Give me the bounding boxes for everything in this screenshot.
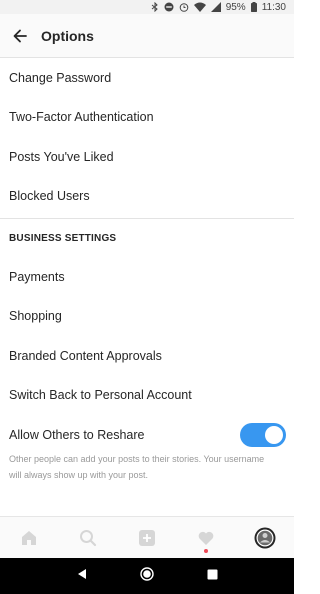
nav-recents-button[interactable] xyxy=(207,567,218,585)
reshare-helper-text: Other people can add your posts to their… xyxy=(9,453,265,480)
menu-item-label: Switch Back to Personal Account xyxy=(9,388,192,403)
wifi-icon xyxy=(193,2,206,12)
tab-profile[interactable] xyxy=(245,517,285,559)
tab-search[interactable] xyxy=(68,517,108,559)
activity-heart-icon xyxy=(198,531,214,545)
menu-item-two-factor-authentication[interactable]: Two-Factor Authentication xyxy=(0,98,294,138)
status-bar: 95% 11:30 xyxy=(0,0,294,14)
menu-item-blocked-users[interactable]: Blocked Users xyxy=(0,177,294,217)
status-time: 11:30 xyxy=(261,1,286,13)
do-not-disturb-icon xyxy=(164,2,174,12)
menu-item-switch-personal-account[interactable]: Switch Back to Personal Account xyxy=(0,376,294,416)
battery-percent: 95% xyxy=(225,1,246,13)
profile-avatar xyxy=(254,527,276,548)
alarm-icon xyxy=(179,2,189,12)
add-post-icon xyxy=(138,529,155,546)
nav-home-button[interactable] xyxy=(140,566,155,586)
toggle-knob xyxy=(265,425,283,444)
business-settings-header: BUSINESS SETTINGS xyxy=(9,232,117,244)
options-list: Change Password Two-Factor Authenticatio… xyxy=(0,58,294,483)
tab-activity[interactable] xyxy=(186,517,226,559)
cell-signal-icon xyxy=(210,2,221,12)
menu-item-branded-content-approvals[interactable]: Branded Content Approvals xyxy=(0,336,294,376)
menu-item-payments[interactable]: Payments xyxy=(0,257,294,297)
battery-icon xyxy=(250,2,257,12)
menu-item-label: Posts You've Liked xyxy=(9,149,114,164)
tab-home[interactable] xyxy=(9,517,49,559)
nav-recents-icon xyxy=(207,569,218,580)
menu-item-shopping[interactable]: Shopping xyxy=(0,297,294,337)
page-title: Options xyxy=(41,27,94,44)
bluetooth-icon xyxy=(151,2,159,12)
tab-add-post[interactable] xyxy=(127,517,167,559)
menu-item-posts-liked[interactable]: Posts You've Liked xyxy=(0,137,294,177)
nav-home-icon xyxy=(140,566,155,581)
search-icon xyxy=(80,529,97,546)
nav-back-icon xyxy=(78,569,87,579)
back-button[interactable] xyxy=(0,14,40,58)
notification-dot xyxy=(203,548,208,553)
reshare-setting-row: Allow Others to Reshare xyxy=(0,415,294,455)
reshare-toggle[interactable] xyxy=(240,422,286,447)
menu-item-label: Two-Factor Authentication xyxy=(9,110,154,125)
menu-item-label: Payments xyxy=(9,269,65,284)
menu-item-label: Change Password xyxy=(9,70,112,85)
bottom-tab-bar xyxy=(0,516,294,558)
back-arrow-icon xyxy=(13,29,27,42)
menu-item-change-password[interactable]: Change Password xyxy=(0,58,294,98)
menu-item-label: Shopping xyxy=(9,309,62,324)
options-header: Options xyxy=(0,14,294,58)
system-navigation-bar xyxy=(0,558,294,594)
home-icon xyxy=(22,530,37,545)
nav-back-button[interactable] xyxy=(76,567,88,585)
reshare-label: Allow Others to Reshare xyxy=(9,427,145,442)
menu-item-label: Branded Content Approvals xyxy=(9,348,162,363)
menu-item-label: Blocked Users xyxy=(9,189,90,204)
